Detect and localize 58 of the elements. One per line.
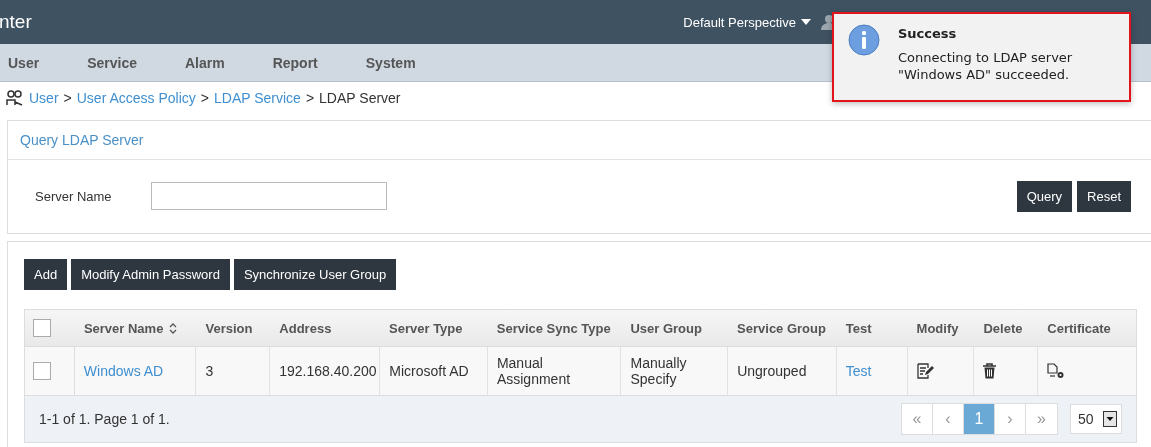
logo-text: nter <box>0 11 32 33</box>
field-label: Server Name <box>35 188 113 204</box>
column-header: Service Group <box>737 320 826 336</box>
query-button[interactable]: Reset <box>1077 180 1131 212</box>
table-cell: Ungrouped <box>737 363 807 379</box>
trash-icon[interactable] <box>983 363 997 379</box>
table-cell: Microsoft AD <box>389 363 469 379</box>
page-size-dropdown[interactable]: 50 <box>1070 404 1122 434</box>
column-header: Test <box>845 320 872 336</box>
breadcrumb-separator: > <box>63 90 72 106</box>
table-cell: 192.168.40.200 <box>279 363 377 379</box>
column-header: Server Type <box>389 320 463 336</box>
toolbar-button[interactable]: Modify Admin Password <box>71 259 230 290</box>
previous-page-button[interactable]: ‹ <box>933 404 964 434</box>
nav-menu-item[interactable]: User <box>8 54 40 71</box>
perspective-dropdown[interactable]: Default Perspective <box>683 14 811 30</box>
breadcrumb-separator: > <box>200 90 209 106</box>
first-page-button[interactable]: « <box>902 404 933 434</box>
last-page-button[interactable]: » <box>1026 404 1057 434</box>
toolbar-button[interactable]: Add <box>24 259 68 290</box>
test-link[interactable]: Test <box>845 363 872 379</box>
server-name-link[interactable]: Windows AD <box>83 363 164 379</box>
panel-title: Query LDAP Server <box>8 121 1151 160</box>
caret-icon <box>801 19 811 25</box>
nav-menu-item[interactable]: Report <box>272 54 318 71</box>
breadcrumb-link[interactable]: LDAP Service <box>214 90 301 106</box>
server-name-input[interactable] <box>151 182 387 210</box>
nav-menu-item[interactable]: Alarm <box>184 54 225 71</box>
column-header: Address <box>279 320 332 336</box>
column-header: Certificate <box>1047 320 1111 336</box>
document-gear-icon[interactable] <box>1047 363 1066 379</box>
breadcrumb-separator: > <box>305 90 315 106</box>
select-all-checkbox[interactable] <box>33 319 51 337</box>
notification-title: Success <box>898 26 958 41</box>
info-icon <box>848 24 880 56</box>
column-header: User Group <box>630 320 702 336</box>
table-cell-text: Manual Assignment <box>496 355 572 387</box>
column-header: Server Name <box>83 320 164 336</box>
table-cell-text: Manually Specify <box>630 355 688 387</box>
users-icon <box>6 90 24 106</box>
edit-icon[interactable] <box>916 363 934 379</box>
column-header: Modify <box>916 320 959 336</box>
sort-icon[interactable] <box>169 322 178 334</box>
nav-menu-item[interactable]: Service <box>87 54 137 71</box>
row-checkbox[interactable] <box>33 362 51 380</box>
breadcrumb-current: LDAP Server <box>319 90 401 106</box>
column-header: Delete <box>983 320 1023 336</box>
breadcrumb-link[interactable]: User Access Policy <box>76 90 196 106</box>
table-cell: 3 <box>205 363 214 379</box>
pagination-summary: 1-1 of 1. Page 1 of 1. <box>39 411 170 427</box>
column-header: Service Sync Type <box>496 320 611 336</box>
column-header: Version <box>205 320 253 336</box>
toolbar-button[interactable]: Synchronize User Group <box>233 259 397 290</box>
next-page-button[interactable]: › <box>995 404 1026 434</box>
nav-menu-item[interactable]: System <box>365 54 416 71</box>
breadcrumb-link[interactable]: User <box>29 90 59 106</box>
query-button[interactable]: Query <box>1016 180 1073 212</box>
notification-message: Connecting to LDAP server "Windows AD" succeeded. <box>898 49 1074 83</box>
